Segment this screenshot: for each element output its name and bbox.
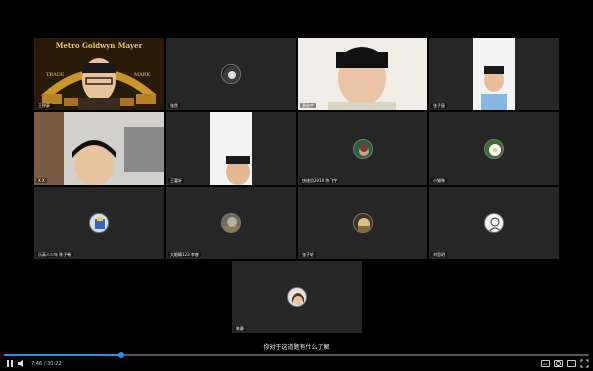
fullscreen-icon[interactable]: [580, 359, 589, 371]
subtitle-caption: 你对于这道题有什么了解: [263, 344, 330, 351]
participant-name: 刘思玥: [431, 252, 447, 257]
participant-name: 张子宸: [431, 103, 447, 108]
participant-video: [166, 112, 296, 185]
avatar: [89, 213, 109, 233]
player-controls: 7:46 / 30:22 cc: [0, 358, 593, 371]
participant-name: 黄俊宇: [300, 103, 316, 108]
participant-tile-2[interactable]: 张然: [166, 38, 296, 110]
progress-bar[interactable]: [4, 352, 589, 358]
participant-name: 张然: [168, 103, 180, 108]
participant-name: 王梓豪: [36, 103, 52, 108]
participant-tile-5[interactable]: X X: [34, 112, 164, 185]
progress-fill: [4, 354, 121, 356]
participant-name: 大眼睛123 李睿: [168, 252, 201, 257]
participant-tile-12[interactable]: 刘思玥: [429, 187, 559, 259]
avatar: [287, 287, 307, 307]
logo-trade-text: TRADE: [46, 72, 65, 78]
avatar: [352, 213, 373, 233]
avatar: [221, 213, 241, 233]
participant-name: X X: [36, 178, 47, 183]
avatar: [221, 64, 241, 84]
participant-tile-3[interactable]: 黄俊宇: [298, 38, 427, 110]
participant-tile-10[interactable]: 大眼睛123 李睿: [166, 187, 296, 259]
logo-banner-text: Metro Goldwyn Mayer: [55, 41, 143, 50]
participant-tile-4[interactable]: 张子宸: [429, 38, 559, 110]
theater-mode-button[interactable]: [567, 360, 576, 367]
subtitles-button[interactable]: cc: [541, 360, 550, 367]
participant-video: [298, 38, 427, 110]
avatar: [484, 213, 504, 233]
participant-tile-11[interactable]: 张子轩: [298, 187, 427, 259]
participant-tile-9[interactable]: 乐高人少年 陈子畅: [34, 187, 164, 259]
participant-name: 陈静: [234, 326, 246, 331]
settings-button[interactable]: [554, 360, 563, 367]
logo-mark-text: MARK: [134, 72, 151, 78]
participant-tile-13[interactable]: 陈静: [232, 261, 362, 333]
participant-tile-6[interactable]: 王嘉轩: [166, 112, 296, 185]
participant-name: 张子轩: [300, 252, 316, 257]
participant-tile-1[interactable]: Metro Goldwyn Mayer TRADE MARK 王梓豪: [34, 38, 164, 110]
avatar: [352, 138, 373, 159]
participant-video: [429, 38, 559, 110]
participant-tile-8[interactable]: 小猫咪: [429, 112, 559, 185]
participant-tile-7[interactable]: 快递员2019 陈飞宇: [298, 112, 427, 185]
volume-icon[interactable]: [17, 359, 26, 371]
participant-video: [34, 112, 164, 185]
participant-name: 小猫咪: [431, 178, 447, 183]
time-display: 7:46 / 30:22: [31, 361, 62, 367]
avatar: [484, 138, 504, 159]
participant-name: 快递员2019 陈飞宇: [300, 178, 340, 183]
participant-name: 乐高人少年 陈子畅: [36, 252, 74, 257]
pause-icon[interactable]: [6, 359, 14, 371]
participant-name: 王嘉轩: [168, 178, 184, 183]
